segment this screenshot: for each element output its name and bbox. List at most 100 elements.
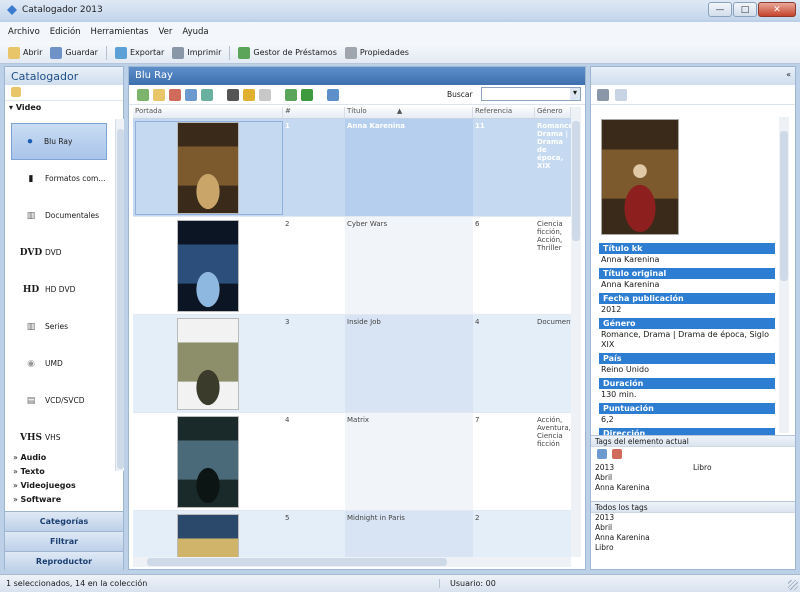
- loans-button[interactable]: Gestor de Préstamos: [238, 46, 337, 59]
- column-portada[interactable]: Portada: [133, 107, 283, 118]
- search-input[interactable]: [481, 87, 581, 101]
- cell-title: Anna Karenina: [345, 119, 473, 216]
- nav-item-series[interactable]: ▥ Series: [5, 308, 113, 345]
- properties-icon: [344, 46, 357, 59]
- maximize-button[interactable]: □: [733, 2, 757, 17]
- remove-tag-icon[interactable]: [612, 449, 622, 459]
- table-row[interactable]: 2 Cyber Wars 6 Ciencia ficción, Acción, Thr…: [133, 217, 571, 315]
- cell-number: 4: [285, 416, 290, 424]
- catalog-panel: Catalogador ▾ Video ⏺ Blu Ray ▮ Formatos…: [4, 66, 124, 571]
- import-icon[interactable]: [285, 88, 297, 101]
- table-row[interactable]: 5 Midnight in Paris 2: [133, 511, 571, 557]
- export-button[interactable]: Exportar: [114, 46, 164, 59]
- all-tags-panel: Todos los tags 2013 Abril Anna Karenina Lib…: [591, 501, 795, 553]
- field-label: Título kk: [599, 243, 775, 254]
- column-titulo[interactable]: Título ▲: [345, 107, 473, 118]
- tag-item[interactable]: Anna Karenina: [591, 483, 795, 493]
- menu-ver[interactable]: Ver: [158, 27, 172, 37]
- print-button[interactable]: Imprimir: [172, 46, 221, 59]
- table-row[interactable]: 3 Inside Job4 Documental: [133, 315, 571, 413]
- cell-cover: [133, 511, 283, 557]
- group-video[interactable]: ▾ Video: [5, 101, 123, 114]
- tag-item[interactable]: Libro: [591, 543, 795, 553]
- binoculars-icon[interactable]: [227, 88, 239, 101]
- categories-button[interactable]: Categorías: [5, 511, 123, 531]
- table-vertical-scrollbar[interactable]: [571, 107, 581, 557]
- preview-icon[interactable]: [615, 89, 627, 101]
- group-audio[interactable]: Audio: [11, 453, 115, 467]
- close-button[interactable]: ✕: [758, 2, 796, 17]
- all-tags-list: 2013 Abril Anna Karenina Libro: [591, 513, 795, 553]
- sort-ascending-icon: ▲: [396, 107, 403, 115]
- user-status: Usuario: 00: [450, 579, 496, 588]
- tag-item[interactable]: Abril: [591, 523, 795, 533]
- tag-item[interactable]: Abril: [591, 473, 795, 483]
- column-number[interactable]: #: [283, 107, 345, 118]
- detail-cover-image: [601, 119, 679, 235]
- filter-button[interactable]: Filtrar: [5, 531, 123, 551]
- umd-icon: ◉: [27, 358, 35, 369]
- detail-scrollbar[interactable]: [779, 117, 789, 433]
- collection-title: Blu Ray: [129, 67, 585, 85]
- nav-item-documentales[interactable]: ▥ Documentales: [5, 197, 113, 234]
- field-value: Anna Karenina: [601, 280, 660, 289]
- nav-item-vhs[interactable]: VHS VHS: [5, 419, 113, 456]
- vcd-icon: ▤: [26, 395, 36, 406]
- tag-toolbar: [591, 447, 795, 463]
- catalog-edit-row: [5, 85, 123, 101]
- scroll-thumb[interactable]: [780, 131, 788, 281]
- player-button[interactable]: Reproductor: [5, 551, 123, 571]
- printer-icon[interactable]: [597, 89, 609, 101]
- nav-item-vcd[interactable]: ▤ VCD/SVCD: [5, 382, 113, 419]
- add-item-icon[interactable]: [137, 88, 149, 101]
- refresh-item-icon[interactable]: [201, 88, 213, 101]
- group-videojuegos[interactable]: Videojuegos: [11, 481, 115, 495]
- table-horizontal-scrollbar[interactable]: [133, 557, 571, 567]
- nav-item-formatos[interactable]: ▮ Formatos com...: [5, 160, 113, 197]
- table-row[interactable]: 1 Anna Karenina11 Romance, Drama | Drama d…: [133, 119, 571, 217]
- save-button[interactable]: Guardar: [50, 46, 98, 59]
- catalog-scrollbar[interactable]: [115, 119, 124, 471]
- table-body: 1 Anna Karenina11 Romance, Drama | Drama d…: [133, 119, 571, 557]
- column-genero[interactable]: Género: [535, 107, 571, 118]
- tag-item[interactable]: 2013: [591, 513, 795, 523]
- menu-ayuda[interactable]: Ayuda: [182, 27, 208, 37]
- column-referencia[interactable]: Referencia: [473, 107, 535, 118]
- tag-item[interactable]: 2013 Libro: [591, 463, 795, 473]
- unlock-icon[interactable]: [259, 88, 271, 101]
- menu-archivo[interactable]: Archivo: [8, 27, 40, 37]
- minimize-button[interactable]: —: [708, 2, 732, 17]
- delete-item-icon[interactable]: [169, 88, 181, 101]
- nav-item-umd[interactable]: ◉ UMD: [5, 345, 113, 382]
- scroll-thumb[interactable]: [572, 121, 580, 241]
- copy-item-icon[interactable]: [185, 88, 197, 101]
- group-texto[interactable]: Texto: [11, 467, 115, 481]
- open-button[interactable]: Abrir: [8, 46, 42, 59]
- group-software[interactable]: Software: [11, 495, 115, 509]
- open-icon: [8, 46, 20, 59]
- pencil-icon[interactable]: [11, 87, 21, 97]
- table-row[interactable]: 4 Matrix 7 Acción, Aventura, Ciencia ficció…: [133, 413, 571, 511]
- cover-image: [177, 318, 239, 410]
- cell-reference: 6: [475, 220, 480, 228]
- nav-item-dvd[interactable]: DVD DVD: [5, 234, 113, 271]
- menu-edicion[interactable]: Edición: [50, 27, 81, 37]
- resize-grip[interactable]: [788, 580, 798, 590]
- catalog-title: Catalogador: [5, 67, 123, 85]
- cell-genre: Acción, Aventura, Ciencia ficción: [537, 416, 571, 448]
- status-bar: 1 seleccionados, 14 en la colección Usua…: [0, 574, 800, 592]
- properties-button[interactable]: Propiedades: [344, 46, 409, 59]
- lock-icon[interactable]: [243, 88, 255, 101]
- field-label: Género: [599, 318, 775, 329]
- view-grid-icon[interactable]: [327, 88, 339, 101]
- scroll-thumb[interactable]: [147, 558, 447, 566]
- collapse-panel-icon[interactable]: «: [786, 70, 791, 79]
- menu-herramientas[interactable]: Herramientas: [91, 27, 149, 37]
- nav-item-bluray[interactable]: ⏺ Blu Ray: [11, 123, 107, 160]
- edit-item-icon[interactable]: [153, 88, 165, 101]
- scroll-thumb[interactable]: [117, 129, 124, 469]
- sync-icon[interactable]: [301, 88, 313, 101]
- tag-item[interactable]: Anna Karenina: [591, 533, 795, 543]
- nav-item-hddvd[interactable]: HD HD DVD: [5, 271, 113, 308]
- add-tag-icon[interactable]: [597, 449, 607, 459]
